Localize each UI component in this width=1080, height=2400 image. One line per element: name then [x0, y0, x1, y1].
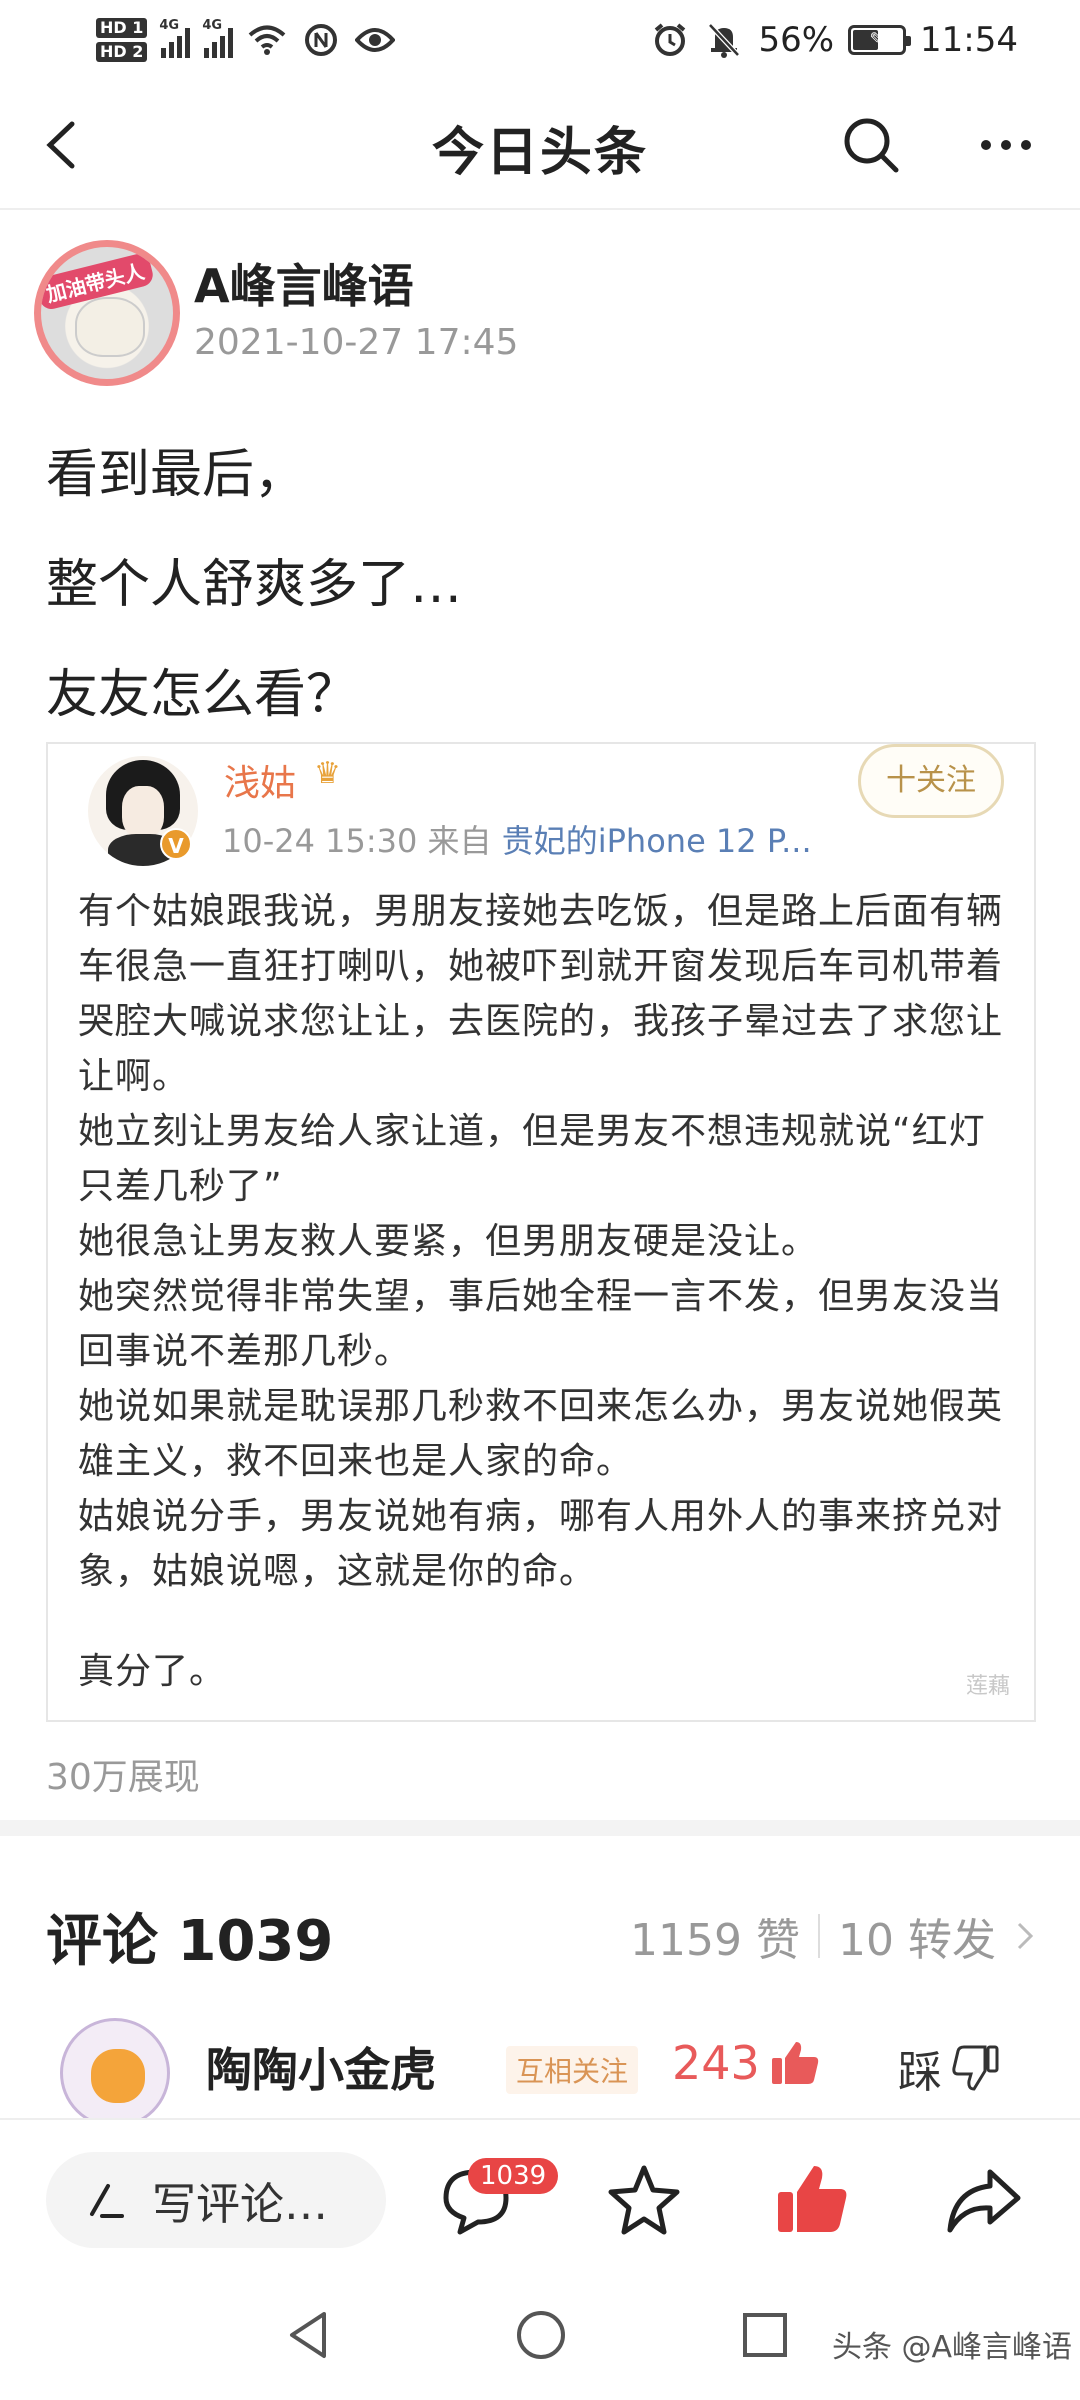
app-header: 今日头条 [0, 80, 1080, 210]
comments-header: 评论 1039 1159 赞 10 转发 [46, 1890, 1036, 1974]
author-block: 加油带头人 A峰言峰语 2021-10-27 17:45 [30, 230, 1050, 390]
share-count[interactable]: 10 转发 [838, 1904, 996, 1968]
embedded-time: 10-24 15:30 [222, 822, 418, 860]
comment-count-badge: 1039 [468, 2158, 559, 2194]
embedded-meta: 10-24 15:30 来自 贵妃的iPhone 12 P... [222, 816, 812, 862]
tiger-icon [91, 2049, 145, 2103]
view-count: 30万展现 [46, 1757, 200, 1798]
nfc-icon [301, 20, 341, 60]
commenter-avatar[interactable] [60, 2018, 170, 2128]
network-2-label: 4G [202, 18, 223, 33]
comment-like-button[interactable]: 243 [672, 2036, 820, 2090]
post-line-1: 看到最后， [46, 445, 307, 505]
thumbs-down-icon [952, 2045, 999, 2091]
system-recents-button[interactable] [730, 2300, 800, 2370]
write-comment-placeholder: 写评论… [152, 2179, 328, 2230]
comment-like-count: 243 [672, 2036, 760, 2090]
status-right: 56% ✎ 11:54 [650, 8, 1018, 72]
embedded-author-name: 浅姑 [224, 763, 297, 804]
favorite-button[interactable] [604, 2160, 684, 2240]
like-count[interactable]: 1159 赞 [630, 1904, 800, 1968]
sim2-label: HD 2 [96, 42, 148, 62]
search-button[interactable] [836, 110, 906, 180]
share-icon [947, 2169, 1021, 2233]
clock: 11:54 [920, 20, 1018, 60]
comment-item[interactable]: 陶陶小金虎 互相关注 243 踩 [46, 2010, 1036, 2128]
pen-icon [90, 2184, 124, 2218]
comments-title: 评论 1039 [46, 1909, 334, 1974]
post-image[interactable]: V 浅姑 ♛ 10-24 15:30 来自 贵妃的iPhone 12 P... … [46, 742, 1036, 1722]
embedded-paragraph: 真分了。 [78, 1651, 227, 1692]
post-text: 看到最后， 整个人舒爽多了… 友友怎么看？ [46, 420, 1036, 750]
like-button[interactable] [772, 2160, 852, 2240]
avatar-cat-face [75, 297, 145, 357]
battery-percent: 56% [758, 20, 835, 60]
thumbs-up-icon [778, 2166, 847, 2232]
chevron-right-icon [1017, 1922, 1034, 1950]
embedded-paragraph: 有个姑娘跟我说，男朋友接她去吃饭，但是路上后面有辆车很急一直狂打喇叭，她被吓到就… [78, 891, 1004, 1097]
wifi-icon [247, 20, 287, 60]
share-button[interactable] [944, 2160, 1024, 2240]
network-1-label: 4G [159, 18, 180, 33]
sim-indicators: HD 1 HD 2 [96, 18, 148, 62]
embedded-body: 有个姑娘跟我说，男朋友接她去吃饭，但是路上后面有辆车很急一直狂打喇叭，她被吓到就… [78, 884, 1008, 1699]
post-line-2: 整个人舒爽多了… [46, 555, 463, 615]
author-avatar[interactable]: 加油带头人 [34, 240, 180, 386]
author-name[interactable]: A峰言峰语 [194, 250, 414, 316]
more-button[interactable] [966, 110, 1046, 180]
sim1-label: HD 1 [96, 18, 148, 38]
status-left: HD 1 HD 2 4G 4G [96, 8, 396, 72]
section-divider [0, 1820, 1080, 1836]
embedded-paragraph: 她很急让男友救人要紧，但男朋友硬是没让。 [78, 1221, 819, 1262]
system-home-button[interactable] [506, 2300, 576, 2370]
bottom-action-bar: 写评论… 1039 [0, 2118, 1080, 2278]
star-icon [608, 2165, 680, 2235]
triangle-back-icon [290, 2312, 326, 2358]
stats-separator [818, 1914, 821, 1958]
dislike-label: 踩 [898, 2047, 942, 2098]
eco-leaf-icon: ✎ [869, 29, 885, 50]
post-timestamp: 2021-10-27 17:45 [194, 322, 519, 363]
commenter-name[interactable]: 陶陶小金虎 [206, 2034, 436, 2100]
post-stats: 1159 赞 10 转发 [630, 1904, 1036, 1968]
alarm-icon [650, 20, 690, 60]
battery-icon: ✎ [848, 25, 912, 55]
page-title: 今日头条 [431, 123, 648, 183]
system-navigation-bar: 头条 @A峰言峰语 [0, 2278, 1080, 2400]
embedded-watermark: 莲藕 [965, 1674, 1010, 1699]
thumbs-up-icon [771, 2042, 818, 2084]
circle-home-icon [517, 2311, 565, 2359]
embedded-paragraph: 她突然觉得非常失望，事后她全程一言不发，但男友没当回事说不差那几秒。 [78, 1276, 1004, 1372]
system-back-button[interactable] [274, 2300, 344, 2370]
verified-badge: V [160, 828, 192, 860]
embedded-source: 贵妃的iPhone 12 P... [501, 822, 812, 860]
square-recents-icon [743, 2313, 787, 2357]
write-comment-input[interactable]: 写评论… [46, 2152, 386, 2248]
search-icon [844, 118, 899, 173]
signal-2-icon: 4G [202, 18, 234, 58]
signal-1-icon: 4G [159, 18, 191, 58]
status-bar: HD 1 HD 2 4G 4G 56% ✎ 11:54 [0, 0, 1080, 80]
more-icon [981, 140, 1031, 150]
embedded-paragraph: 她说如果就是耽误那几秒救不回来怎么办，男友说她假英雄主义，救不回来也是人家的命。 [78, 1386, 1004, 1482]
mute-icon [704, 20, 744, 60]
mutual-follow-tag: 互相关注 [506, 2046, 639, 2094]
comment-dislike-button[interactable]: 踩 [898, 2036, 1000, 2100]
eye-icon [355, 20, 396, 60]
post-line-3: 友友怎么看？ [46, 665, 359, 725]
embedded-paragraph: 她立刻让男友给人家让道，但是男友不想违规就说“红灯只差几秒了” [78, 1111, 986, 1207]
embedded-follow-button: 十关注 [858, 744, 1004, 818]
source-watermark: 头条 @A峰言峰语 [832, 2330, 1073, 2365]
embedded-from: 来自 [427, 822, 492, 860]
embedded-paragraph: 姑娘说分手，男友说她有病，哪有人用外人的事来挤兑对象，姑娘说嗯，这就是你的命。 [78, 1496, 1004, 1592]
crown-icon: ♛ [314, 756, 341, 791]
